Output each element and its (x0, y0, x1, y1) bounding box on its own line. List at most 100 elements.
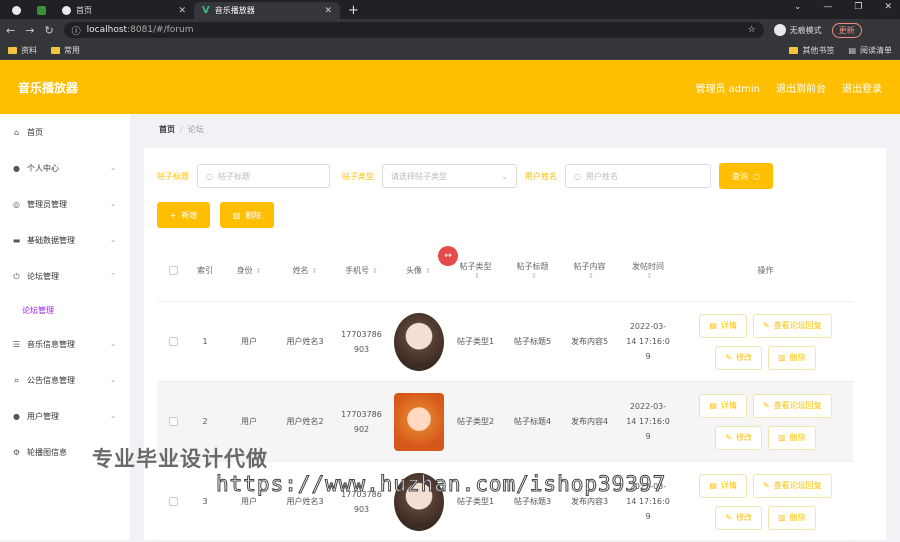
reload-icon[interactable]: ↻ (44, 24, 53, 37)
column-header-time[interactable]: 发帖时间 ⇕ (618, 240, 678, 301)
sidebar-item-music[interactable]: ☰ 音乐信息管理 ⌄ (0, 326, 130, 362)
close-icon[interactable]: ✕ (178, 6, 186, 16)
back-to-front-link[interactable]: 退出到前台 (776, 80, 826, 95)
pencil-icon: ✎ (725, 433, 733, 442)
menu-icon: ☰ (12, 339, 21, 349)
sidebar-item-admin[interactable]: ◎ 管理员管理 ⌄ (0, 186, 130, 222)
sidebar-item-forum[interactable]: ⏻ 论坛管理 ⌃ (0, 258, 130, 294)
cell-name: 用户姓名2 (286, 417, 324, 426)
tab-pinned-1[interactable] (4, 2, 29, 19)
column-header: 帖子内容 (573, 262, 606, 271)
sidebar-subitem-forum[interactable]: 论坛管理 (0, 294, 130, 326)
breadcrumb-home[interactable]: 首页 (159, 125, 175, 134)
edit-label: 修改 (736, 353, 753, 362)
delete-button[interactable]: ▥ 删除 (768, 345, 816, 370)
column-header-name[interactable]: 姓名 ⇕ (277, 240, 333, 301)
column-header-title[interactable]: 帖子标题 ⇕ (504, 240, 561, 301)
view-replies-button[interactable]: ✎ 查看论坛回复 (752, 313, 832, 338)
column-header-avatar[interactable]: 头像 ⇕ (390, 240, 447, 301)
pencil-icon: ✎ (762, 481, 770, 490)
query-button[interactable]: 查询 ○ (719, 163, 773, 189)
replies-label: 查看论坛回复 (773, 401, 822, 410)
delete-button[interactable]: ▥ 删除 (768, 505, 816, 530)
tab-home[interactable]: 首页 ✕ (54, 2, 194, 19)
bookmarks-bar: 资料 常用 其他书签 ▤ 阅读清单 (0, 41, 900, 60)
row-checkbox[interactable] (168, 417, 178, 426)
close-icon[interactable]: ✕ (884, 2, 892, 12)
replies-label: 查看论坛回复 (773, 321, 822, 330)
query-label: 查询 (732, 171, 748, 181)
detail-label: 详情 (720, 321, 737, 330)
detail-label: 详情 (720, 481, 737, 490)
search-icon: ○ (206, 171, 213, 181)
globe-icon (12, 6, 21, 15)
tab-music-player[interactable]: V 音乐播放器 ✕ (194, 2, 340, 19)
sort-icon: ⇕ (531, 272, 537, 280)
update-button[interactable]: 更新 (831, 22, 862, 38)
view-replies-button[interactable]: ✎ 查看论坛回复 (752, 393, 832, 418)
bookmark-folder[interactable]: 资料 (8, 45, 37, 56)
trash-icon: ▥ (778, 433, 786, 442)
user-filter-input[interactable]: ○ 用户姓名 (565, 164, 711, 188)
cell-content: 发布内容4 (570, 417, 609, 426)
select-all-checkbox[interactable] (168, 266, 178, 275)
bookmark-folder[interactable]: 常用 (51, 45, 80, 56)
trash-icon: ▥ (778, 353, 786, 362)
sidebar-item-notice[interactable]: ⌗ 公告信息管理 ⌄ (0, 362, 130, 398)
trash-icon: ▥ (232, 210, 241, 220)
view-replies-button[interactable]: ✎ 查看论坛回复 (752, 473, 832, 498)
compass-icon: ◎ (13, 199, 20, 209)
url-field[interactable]: ⓘ localhost:8081/#/forum ☆ (63, 22, 764, 38)
watermark-url: https://www.huzhan.com/ishop39397 (215, 472, 667, 497)
row-checkbox[interactable] (168, 337, 178, 346)
search-form: 帖子标题 ○ 帖子标题 帖子类型 请选择帖子类型 ⌄ 用户姓名 ○ 用户姓名 查询 ○ (157, 163, 773, 189)
delete-button[interactable]: ▥ 删除 (768, 425, 816, 450)
minimize-icon[interactable]: — (823, 2, 832, 12)
sidebar: ⌂ 首页 ● 个人中心 ⌄ ◎ 管理员管理 ⌄ ▬ 基础数据管理 ⌄ ⏻ 论坛管理 ⌃ 论坛管理 … (0, 114, 130, 540)
restore-icon[interactable]: ❐ (854, 2, 862, 12)
bookmark-label: 阅读清单 (860, 45, 892, 55)
edit-button[interactable]: ✎ 修改 (715, 505, 763, 530)
sidebar-item-users[interactable]: ● 用户管理 ⌄ (0, 398, 130, 434)
bookmark-label: 其他书签 (802, 45, 835, 55)
add-button[interactable]: + 新增 (157, 202, 210, 228)
column-header: 手机号 (345, 266, 370, 275)
detail-button[interactable]: ▤ 详情 (699, 393, 747, 418)
breadcrumb: 首页 / 论坛 (159, 124, 204, 135)
sidebar-item-profile[interactable]: ● 个人中心 ⌄ (0, 150, 130, 186)
info-icon[interactable]: ⓘ (72, 24, 81, 37)
column-header-role[interactable]: 身份 ⇕ (221, 240, 277, 301)
sidebar-item-basedata[interactable]: ▬ 基础数据管理 ⌄ (0, 222, 130, 258)
row-checkbox[interactable] (168, 497, 178, 506)
detail-button[interactable]: ▤ 详情 (699, 473, 747, 498)
batch-delete-button[interactable]: ▥ 删除 (220, 202, 274, 228)
cell-index: 1 (202, 337, 208, 346)
back-icon[interactable]: ← (6, 24, 15, 37)
star-icon[interactable]: ☆ (748, 25, 756, 35)
other-bookmarks[interactable]: 其他书签 (789, 45, 834, 56)
tab-label: 音乐播放器 (214, 6, 255, 15)
tab-pinned-2[interactable] (29, 2, 54, 19)
incognito-indicator[interactable]: 无痕模式 (773, 24, 822, 36)
type-filter-select[interactable]: 请选择帖子类型 ⌄ (382, 164, 517, 188)
sidebar-item-label: 基础数据管理 (27, 235, 75, 245)
chevron-down-icon[interactable]: ⌄ (794, 2, 802, 12)
reading-list[interactable]: ▤ 阅读清单 (848, 45, 892, 56)
detail-button[interactable]: ▤ 详情 (699, 313, 747, 338)
column-header-content[interactable]: 帖子内容 ⇕ (561, 240, 618, 301)
table-row: 1 用户 用户姓名3 17703786 903 帖子类型1 帖子标题5 发布内容5… (157, 302, 853, 382)
delete-label: 删除 (789, 513, 806, 522)
sort-icon: ⇕ (588, 272, 594, 280)
forward-icon[interactable]: → (25, 24, 34, 37)
logout-link[interactable]: 退出登录 (842, 80, 882, 95)
title-filter-input[interactable]: ○ 帖子标题 (197, 164, 330, 188)
edit-button[interactable]: ✎ 修改 (715, 345, 763, 370)
edit-button[interactable]: ✎ 修改 (715, 425, 763, 450)
sidebar-item-home[interactable]: ⌂ 首页 (0, 114, 130, 150)
new-tab-button[interactable]: + (340, 2, 367, 19)
close-icon[interactable]: ✕ (324, 6, 332, 16)
cell-time: 2022-03- (629, 322, 667, 331)
column-header-phone[interactable]: 手机号 ⇕ (333, 240, 390, 301)
cell-role: 用户 (241, 337, 257, 346)
cell-type: 帖子类型1 (456, 497, 495, 506)
